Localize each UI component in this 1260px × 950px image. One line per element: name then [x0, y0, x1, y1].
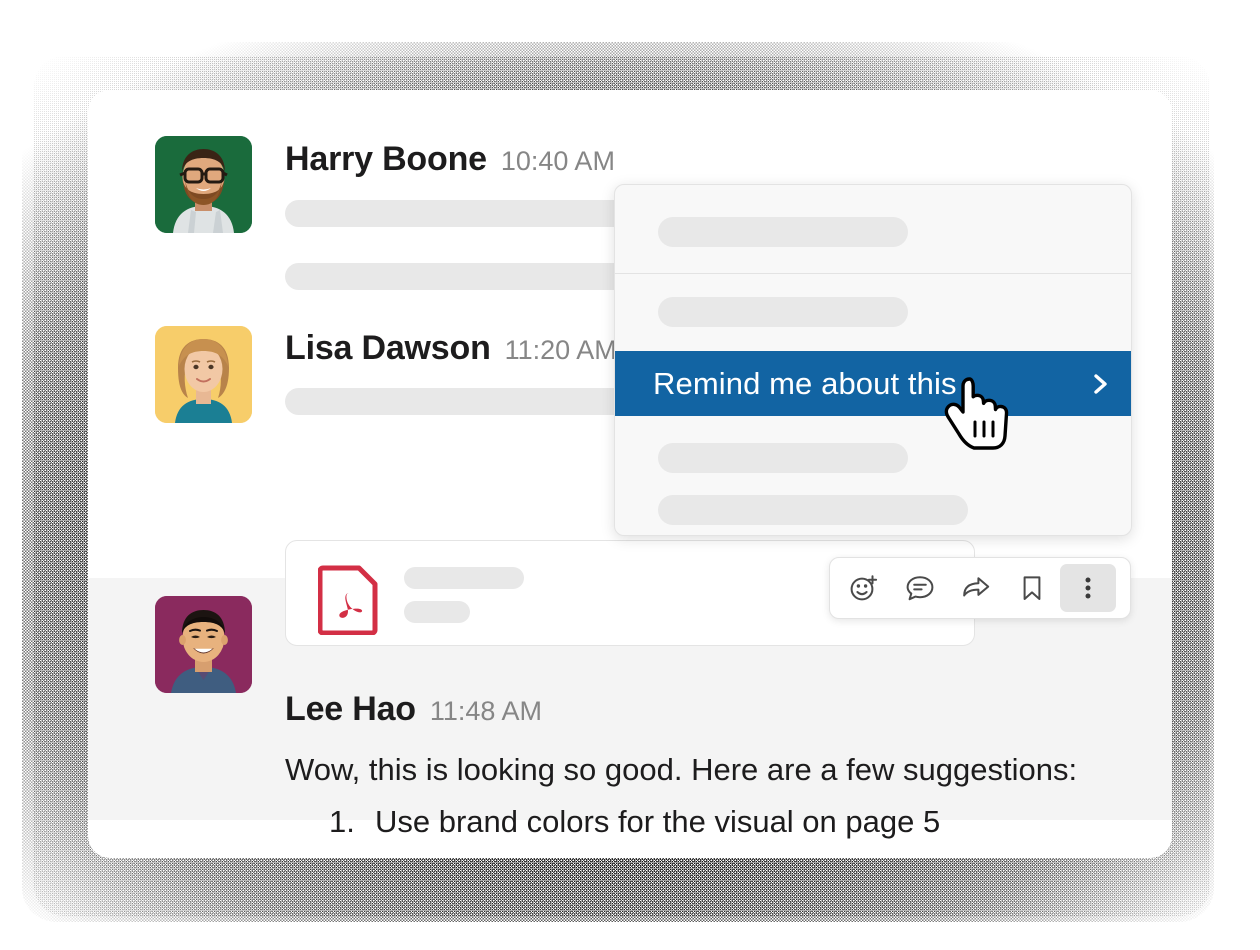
- menu-item-placeholder[interactable]: [658, 217, 908, 247]
- menu-item-placeholder[interactable]: [658, 443, 908, 473]
- message-author-name[interactable]: Harry Boone: [285, 140, 487, 179]
- harry-boone-avatar[interactable]: [155, 136, 252, 233]
- menu-item-placeholder[interactable]: [658, 297, 908, 327]
- lee-hao-avatar[interactable]: [155, 596, 252, 693]
- reply-in-thread-icon[interactable]: [892, 564, 948, 612]
- menu-item-placeholder[interactable]: [658, 495, 968, 525]
- list-item: 1. Use brand colors for the visual on pa…: [329, 804, 940, 840]
- more-actions-icon[interactable]: [1060, 564, 1116, 612]
- add-reaction-icon[interactable]: [836, 564, 892, 612]
- lee-hao-name-row: Lee Hao 11:48 AM: [285, 690, 542, 729]
- message-timestamp: 11:20 AM: [504, 335, 617, 365]
- share-message-icon[interactable]: [948, 564, 1004, 612]
- screenshot-stage: Harry Boone 10:40 AM Lisa Dawson 11:20 A…: [0, 0, 1260, 950]
- list-item: 2. Include action items for next week: [329, 856, 842, 858]
- lisa-dawson-name-row: Lisa Dawson 11:20 AM: [285, 329, 617, 368]
- save-bookmark-icon[interactable]: [1004, 564, 1060, 612]
- message-author-name[interactable]: Lisa Dawson: [285, 329, 491, 368]
- message-author-name[interactable]: Lee Hao: [285, 690, 416, 729]
- chevron-right-icon: [1091, 370, 1111, 398]
- list-item-text: Include action items for next week: [375, 856, 842, 858]
- message-actions-toolbar[interactable]: [829, 557, 1131, 619]
- harry-boone-name-row: Harry Boone 10:40 AM: [285, 140, 615, 179]
- message-body-text: Wow, this is looking so good. Here are a…: [285, 752, 1078, 787]
- menu-item-label: Remind me about this: [653, 365, 957, 401]
- list-item-text: Use brand colors for the visual on page …: [375, 804, 941, 839]
- message-timestamp: 10:40 AM: [500, 146, 615, 176]
- list-item-number: 2.: [329, 856, 375, 858]
- menu-item-remind-me-about-this[interactable]: Remind me about this: [615, 351, 1131, 416]
- message-timestamp: 11:48 AM: [429, 696, 542, 726]
- menu-divider: [615, 273, 1131, 274]
- list-item-number: 1.: [329, 804, 355, 839]
- message-context-menu[interactable]: Remind me about this: [614, 184, 1132, 536]
- lisa-dawson-avatar[interactable]: [155, 326, 252, 423]
